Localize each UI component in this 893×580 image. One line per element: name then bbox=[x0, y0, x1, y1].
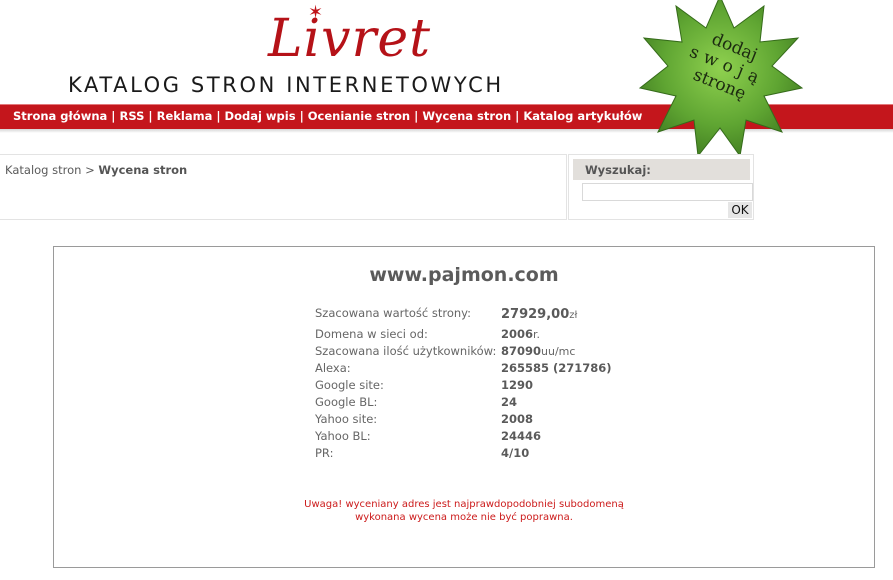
valuation-result-panel: www.pajmon.com Szacowana wartość strony:… bbox=[53, 246, 875, 568]
result-domain: www.pajmon.com bbox=[369, 264, 559, 286]
nav-separator: | bbox=[216, 109, 221, 123]
stat-value: 27929,00zł bbox=[501, 307, 577, 322]
stat-label: Szacowana ilość użytkowników: bbox=[315, 344, 497, 358]
stat-label: Yahoo BL: bbox=[315, 429, 371, 443]
stat-number: 87090 bbox=[501, 344, 542, 358]
nav-site-valuation[interactable]: Wycena stron bbox=[422, 109, 511, 123]
nav-advertising[interactable]: Reklama bbox=[157, 109, 213, 123]
nav-separator: | bbox=[111, 109, 116, 123]
stat-label: Google site: bbox=[315, 378, 384, 392]
stat-label: Szacowana wartość strony: bbox=[315, 306, 472, 320]
breadcrumb-root-link[interactable]: Katalog stron bbox=[5, 163, 81, 177]
add-site-badge[interactable]: dodaj swoją stronę bbox=[636, 0, 804, 160]
stat-number: 27929,00 bbox=[501, 307, 570, 322]
stat-label: PR: bbox=[315, 446, 334, 460]
nav-article-catalog[interactable]: Katalog artykułów bbox=[523, 109, 642, 123]
stat-label: Yahoo site: bbox=[315, 412, 378, 426]
stat-value: 2006r. bbox=[501, 327, 540, 341]
stat-number: 2006 bbox=[501, 327, 534, 341]
nav-separator: | bbox=[299, 109, 304, 123]
search-label: Wyszukaj: bbox=[585, 163, 651, 177]
stat-value: 87090uu/mc bbox=[501, 344, 575, 358]
stat-unit: zł bbox=[569, 310, 578, 321]
stat-unit: uu/mc bbox=[541, 345, 576, 358]
nav-add-entry[interactable]: Dodaj wpis bbox=[225, 109, 296, 123]
stat-value: 24 bbox=[501, 395, 518, 409]
nav-site-rating[interactable]: Ocenianie stron bbox=[308, 109, 410, 123]
stat-value: 24446 bbox=[501, 429, 542, 443]
stat-label: Alexa: bbox=[315, 361, 351, 375]
nav-separator: | bbox=[414, 109, 419, 123]
search-input[interactable] bbox=[582, 183, 753, 201]
stat-unit: r. bbox=[533, 328, 541, 341]
breadcrumb: Katalog stron > Wycena stron bbox=[5, 163, 187, 177]
stat-label: Google BL: bbox=[315, 395, 378, 409]
nav-home[interactable]: Strona główna bbox=[13, 109, 107, 123]
stat-value: 1290 bbox=[501, 378, 534, 392]
subdomain-warning: Uwaga! wyceniany adres jest najprawdopod… bbox=[54, 498, 874, 524]
nav-links: Strona główna | RSS | Reklama | Dodaj wpis | Oce… bbox=[13, 109, 642, 123]
search-header: Wyszukaj: bbox=[573, 159, 750, 180]
warning-line-2: wykonana wycena może nie być poprawna. bbox=[355, 512, 573, 523]
search-panel: Wyszukaj: bbox=[568, 154, 754, 220]
search-ok-button[interactable]: OK bbox=[728, 202, 752, 218]
stat-value: 2008 bbox=[501, 412, 534, 426]
sparkle-icon: ✶ bbox=[308, 2, 324, 23]
nav-rss[interactable]: RSS bbox=[119, 109, 144, 123]
site-tagline: KATALOG STRON INTERNETOWYCH bbox=[68, 73, 504, 97]
site-logo[interactable]: ✶ Livret bbox=[268, 2, 443, 70]
logo-text: Livret bbox=[268, 9, 432, 69]
stat-value: 265585 (271786) bbox=[501, 361, 612, 375]
warning-line-1: Uwaga! wyceniany adres jest najprawdopod… bbox=[304, 499, 624, 510]
stat-label: Domena w sieci od: bbox=[315, 327, 428, 341]
nav-separator: | bbox=[515, 109, 520, 123]
stat-value: 4/10 bbox=[501, 446, 530, 460]
breadcrumb-separator: > bbox=[85, 163, 95, 177]
nav-separator: | bbox=[148, 109, 153, 123]
breadcrumb-panel: Katalog stron > Wycena stron bbox=[0, 154, 567, 220]
breadcrumb-current: Wycena stron bbox=[98, 163, 188, 177]
